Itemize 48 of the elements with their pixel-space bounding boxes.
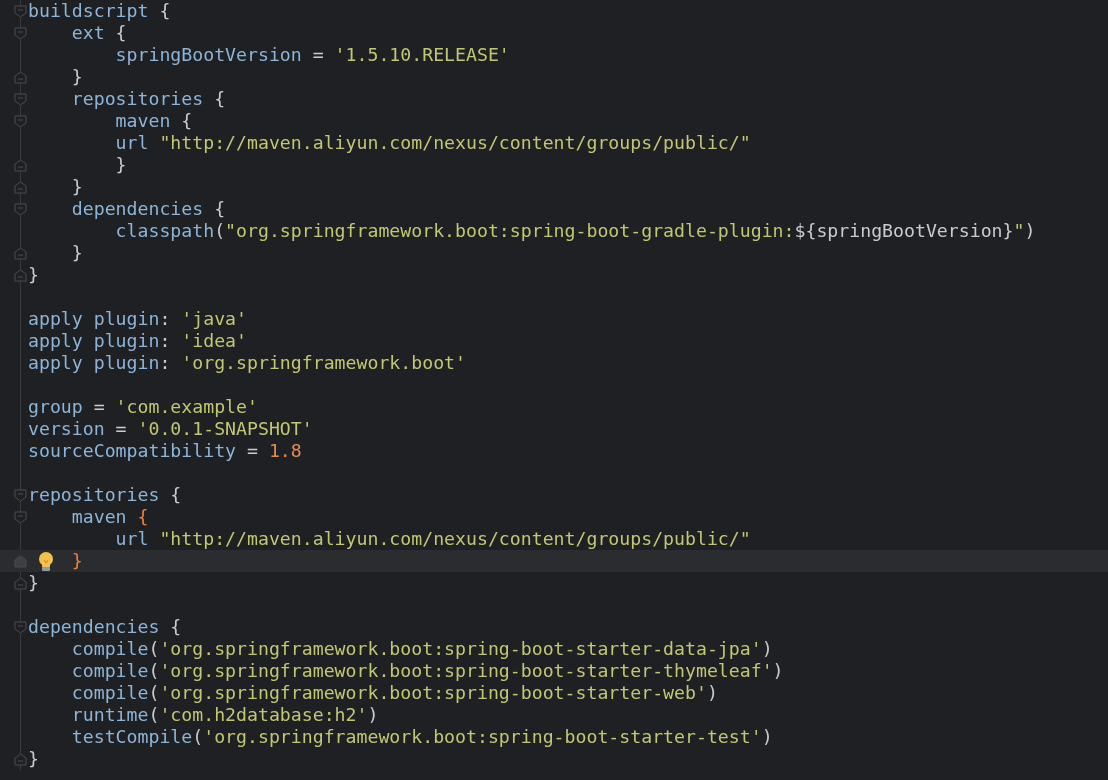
code-line: apply plugin: 'java' xyxy=(28,308,247,330)
code-line: } xyxy=(115,154,127,176)
unfold-icon[interactable] xyxy=(14,247,27,260)
code-line: testCompile('org.springframework.boot:spring-boot-starter-test') xyxy=(71,726,773,748)
code-line: url "http://maven.aliyun.com/nexus/content/groups/public/" xyxy=(115,528,751,550)
code-line: dependencies { xyxy=(28,616,182,638)
unfold-icon[interactable] xyxy=(14,71,27,84)
fold-icon[interactable] xyxy=(14,511,27,524)
unfold-icon[interactable] xyxy=(14,159,27,172)
code-line: url "http://maven.aliyun.com/nexus/content/groups/public/" xyxy=(115,132,751,154)
code-line: classpath("org.springframework.boot:spring-boot-gradle-plugin:${springBootVersion}") xyxy=(115,220,1036,242)
fold-icon[interactable] xyxy=(14,621,27,634)
code-line: compile('org.springframework.boot:spring-boot-starter-thymeleaf') xyxy=(71,660,784,682)
fold-icon[interactable] xyxy=(14,5,27,18)
code-line: ext { xyxy=(71,22,127,44)
fold-icon[interactable] xyxy=(14,27,27,40)
code-line: } xyxy=(28,264,39,286)
code-line: maven { xyxy=(115,110,193,132)
code-line: } xyxy=(71,550,83,572)
lightbulb-icon[interactable] xyxy=(36,551,56,572)
code-line: repositories { xyxy=(28,484,182,506)
fold-icon[interactable] xyxy=(14,489,27,502)
code-line: maven { xyxy=(71,506,149,528)
code-line: apply plugin: 'idea' xyxy=(28,330,247,352)
code-line: group = 'com.example' xyxy=(28,396,258,418)
unfold-icon[interactable] xyxy=(14,269,27,282)
unfold-icon[interactable] xyxy=(14,753,27,766)
unfold-icon[interactable] xyxy=(14,577,27,590)
fold-icon[interactable] xyxy=(14,203,27,216)
code-line: compile('org.springframework.boot:spring-boot-starter-data-jpa') xyxy=(71,638,773,660)
code-line: } xyxy=(71,66,83,88)
code-line: } xyxy=(28,572,39,594)
code-line: apply plugin: 'org.springframework.boot' xyxy=(28,352,466,374)
fold-icon[interactable] xyxy=(14,115,27,128)
code-line: sourceCompatibility = 1.8 xyxy=(28,440,302,462)
code-line: repositories { xyxy=(71,88,226,110)
fold-icon[interactable] xyxy=(14,93,27,106)
code-line: springBootVersion = '1.5.10.RELEASE' xyxy=(115,44,510,66)
code-line: runtime('com.h2database:h2') xyxy=(71,704,379,726)
code-line: version = '0.0.1-SNAPSHOT' xyxy=(28,418,313,440)
code-line: } xyxy=(71,176,83,198)
code-line: dependencies { xyxy=(71,198,226,220)
unfold-icon[interactable] xyxy=(14,555,27,568)
code-line: compile('org.springframework.boot:spring-boot-starter-web') xyxy=(71,682,718,704)
code-line: } xyxy=(71,242,83,264)
unfold-icon[interactable] xyxy=(14,181,27,194)
code-line: buildscript { xyxy=(28,0,171,22)
code-line: } xyxy=(28,748,39,770)
